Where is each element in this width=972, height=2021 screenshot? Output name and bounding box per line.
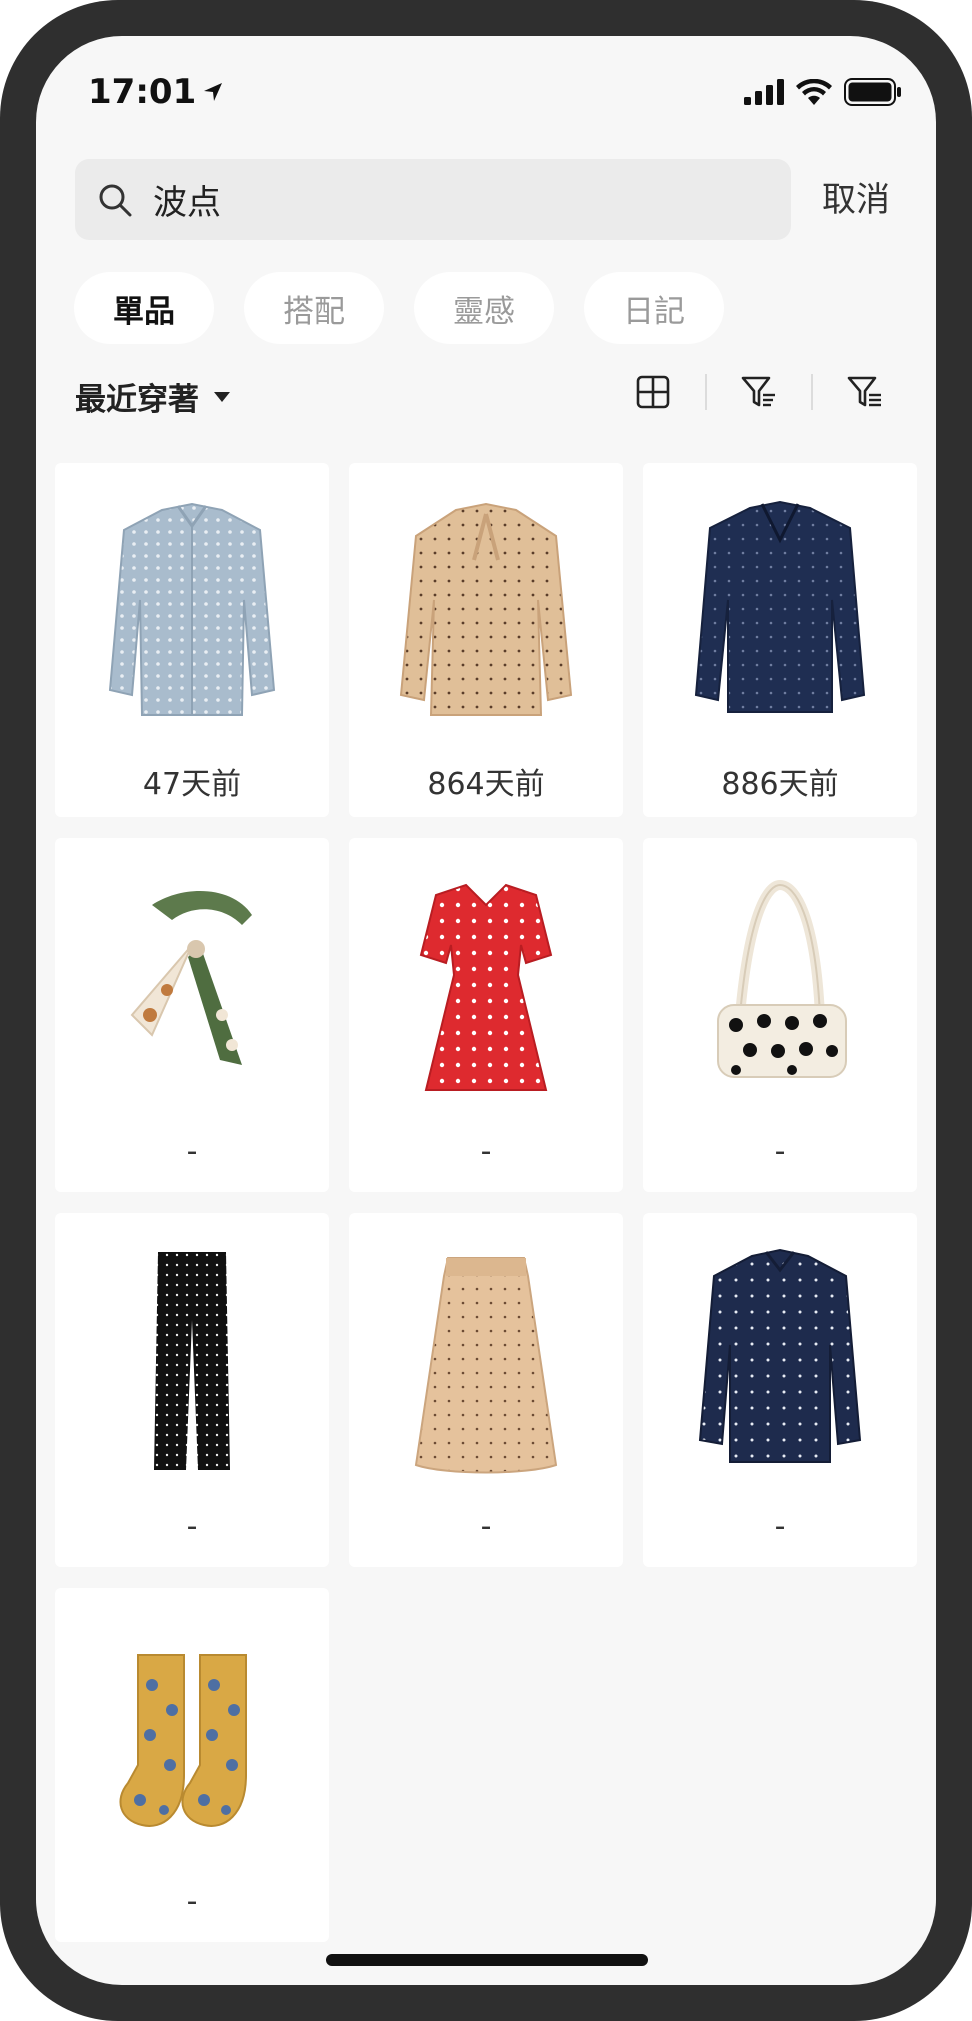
location-arrow-icon xyxy=(204,83,223,101)
tab-items[interactable]: 單品 xyxy=(74,272,214,344)
search-icon xyxy=(97,182,133,218)
black-polka-dot-trousers-icon xyxy=(154,1252,230,1470)
home-indicator[interactable] xyxy=(326,1954,648,1966)
item-card[interactable]: - xyxy=(349,838,623,1192)
item-thumbnail xyxy=(643,850,917,1120)
toolbar xyxy=(623,370,895,414)
time-text: 17:01 xyxy=(88,72,197,112)
last-worn-label: 47天前 xyxy=(142,767,242,802)
wifi-icon xyxy=(796,79,832,105)
yellow-polka-dot-socks-icon xyxy=(119,1654,247,1827)
last-worn-label: - xyxy=(186,1884,198,1919)
blue-polka-dot-shirt-icon xyxy=(108,502,276,716)
device-frame: 17:01 波点 取消 單品 搭配 靈感 日記 最近穿著 47天前 864天前 … xyxy=(0,0,972,2021)
grid-view-button[interactable] xyxy=(623,370,683,414)
tab-inspiration[interactable]: 靈感 xyxy=(414,272,554,344)
advanced-filter-button[interactable] xyxy=(835,370,895,414)
status-bar-time: 17:01 xyxy=(88,72,224,112)
filter-button[interactable] xyxy=(729,370,789,414)
polka-dot-handbag-icon xyxy=(717,879,847,1078)
item-card[interactable]: - xyxy=(643,838,917,1192)
last-worn-label: - xyxy=(774,1134,786,1169)
tab-outfits[interactable]: 搭配 xyxy=(244,272,384,344)
item-thumbnail xyxy=(643,475,917,745)
item-card[interactable]: 47天前 xyxy=(55,463,329,817)
beige-polka-dot-blouse-icon xyxy=(399,502,573,716)
item-card[interactable]: - xyxy=(55,1588,329,1942)
caret-down-icon xyxy=(214,391,230,402)
last-worn-label: - xyxy=(186,1134,198,1169)
item-thumbnail xyxy=(349,1225,623,1495)
item-card[interactable]: 886天前 xyxy=(643,463,917,817)
navy-polka-dot-shirt-icon xyxy=(694,500,866,713)
screen: 17:01 波点 取消 單品 搭配 靈感 日記 最近穿著 47天前 864天前 … xyxy=(36,36,936,1985)
cancel-button[interactable]: 取消 xyxy=(822,172,890,221)
category-tabs: 單品 搭配 靈感 日記 xyxy=(74,272,724,344)
last-worn-label: - xyxy=(774,1509,786,1544)
item-card[interactable]: - xyxy=(643,1213,917,1567)
sort-dropdown[interactable]: 最近穿著 xyxy=(75,374,231,419)
last-worn-label: 864天前 xyxy=(427,767,545,802)
item-card[interactable]: - xyxy=(55,1213,329,1567)
item-thumbnail xyxy=(349,850,623,1120)
item-thumbnail xyxy=(55,850,329,1120)
search-input[interactable] xyxy=(153,179,713,220)
last-worn-label: - xyxy=(480,1134,492,1169)
item-thumbnail xyxy=(349,475,623,745)
status-bar-indicators xyxy=(744,78,902,106)
red-polka-dot-dress-icon xyxy=(419,883,553,1091)
item-card[interactable]: - xyxy=(349,1213,623,1567)
item-thumbnail xyxy=(643,1225,917,1495)
item-card[interactable]: - xyxy=(55,838,329,1192)
toolbar-divider xyxy=(811,374,813,410)
toolbar-divider xyxy=(705,374,707,410)
filter-list-icon xyxy=(741,376,775,407)
last-worn-label: - xyxy=(480,1509,492,1544)
search-bar[interactable] xyxy=(75,159,791,240)
last-worn-label: 886天前 xyxy=(721,767,839,802)
item-thumbnail xyxy=(55,1225,329,1495)
filter-settings-icon xyxy=(847,376,881,407)
cellular-signal-icon xyxy=(744,79,784,105)
navy-polka-dot-blouse-icon xyxy=(698,1248,862,1463)
polka-dot-scarf-icon xyxy=(130,891,252,1065)
tab-diary[interactable]: 日記 xyxy=(584,272,724,344)
beige-polka-dot-skirt-icon xyxy=(414,1257,558,1474)
item-grid: 47天前 864天前 886天前 - - - - - - - xyxy=(55,463,917,1942)
grid-icon xyxy=(636,375,670,409)
sort-label: 最近穿著 xyxy=(75,382,199,418)
item-card[interactable]: 864天前 xyxy=(349,463,623,817)
item-thumbnail xyxy=(55,475,329,745)
item-thumbnail xyxy=(55,1600,329,1870)
battery-icon xyxy=(844,78,901,106)
last-worn-label: - xyxy=(186,1509,198,1544)
